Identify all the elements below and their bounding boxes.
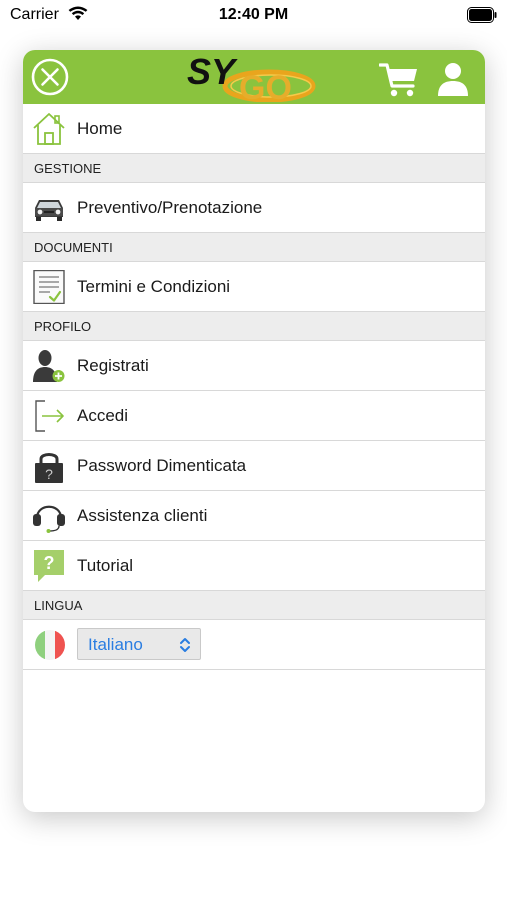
section-header-gestione: GESTIONE xyxy=(23,154,485,183)
svg-text:SY: SY xyxy=(187,54,238,92)
language-selected-value: Italiano xyxy=(88,635,143,654)
document-check-icon xyxy=(33,270,65,304)
menu-item-password[interactable]: ? Password Dimenticata xyxy=(23,441,485,491)
svg-text:?: ? xyxy=(44,553,55,573)
menu-item-home[interactable]: Home xyxy=(23,104,485,154)
user-add-icon xyxy=(33,350,65,382)
login-icon xyxy=(35,400,64,432)
headset-icon xyxy=(33,505,65,533)
menu-item-assistenza[interactable]: Assistenza clienti xyxy=(23,491,485,541)
lock-icon: ? xyxy=(35,453,63,483)
user-icon[interactable] xyxy=(437,62,469,96)
close-icon[interactable] xyxy=(31,58,69,96)
side-menu-panel: SY GO Home GESTIONE Preventivo/Prenotazi… xyxy=(23,50,485,812)
section-header-documenti: DOCUMENTI xyxy=(23,233,485,262)
house-icon xyxy=(33,113,65,145)
italian-flag-icon xyxy=(35,630,65,660)
battery-icon xyxy=(467,7,497,23)
sygo-logo: SY GO xyxy=(187,54,316,102)
menu-item-label: Preventivo/Prenotazione xyxy=(77,198,263,217)
cart-icon[interactable] xyxy=(379,62,419,98)
menu-item-registrati[interactable]: Registrati xyxy=(23,341,485,391)
section-title: DOCUMENTI xyxy=(34,240,113,255)
menu-item-label: Accedi xyxy=(77,406,129,425)
section-title: LINGUA xyxy=(34,598,83,613)
status-time: 12:40 PM xyxy=(218,6,289,23)
menu-item-preventivo[interactable]: Preventivo/Prenotazione xyxy=(23,183,485,233)
section-header-lingua: LINGUA xyxy=(23,591,485,620)
menu-item-accedi[interactable]: Accedi xyxy=(23,391,485,441)
menu-header: SY GO xyxy=(23,50,485,104)
section-title: GESTIONE xyxy=(34,161,102,176)
menu-item-label: Tutorial xyxy=(77,556,134,575)
menu-item-label: Registrati xyxy=(77,356,149,375)
language-select[interactable]: Italiano xyxy=(77,628,201,660)
menu-item-termini[interactable]: Termini e Condizioni xyxy=(23,262,485,312)
language-row: Italiano xyxy=(23,620,485,670)
svg-text:?: ? xyxy=(45,466,53,482)
help-bubble-icon: ? xyxy=(34,550,64,582)
menu-item-label: Termini e Condizioni xyxy=(77,277,231,296)
menu-item-label: Home xyxy=(77,119,123,138)
car-icon xyxy=(35,200,63,221)
section-header-profilo: PROFILO xyxy=(23,312,485,341)
menu-item-label: Password Dimenticata xyxy=(77,456,247,475)
menu-item-label: Assistenza clienti xyxy=(77,506,208,525)
svg-text:GO: GO xyxy=(239,69,292,102)
section-title: PROFILO xyxy=(34,319,92,334)
status-bar: Carrier 12:40 PM xyxy=(0,0,507,32)
chevron-updown-icon xyxy=(180,638,190,652)
menu-item-tutorial[interactable]: ? Tutorial xyxy=(23,541,485,591)
